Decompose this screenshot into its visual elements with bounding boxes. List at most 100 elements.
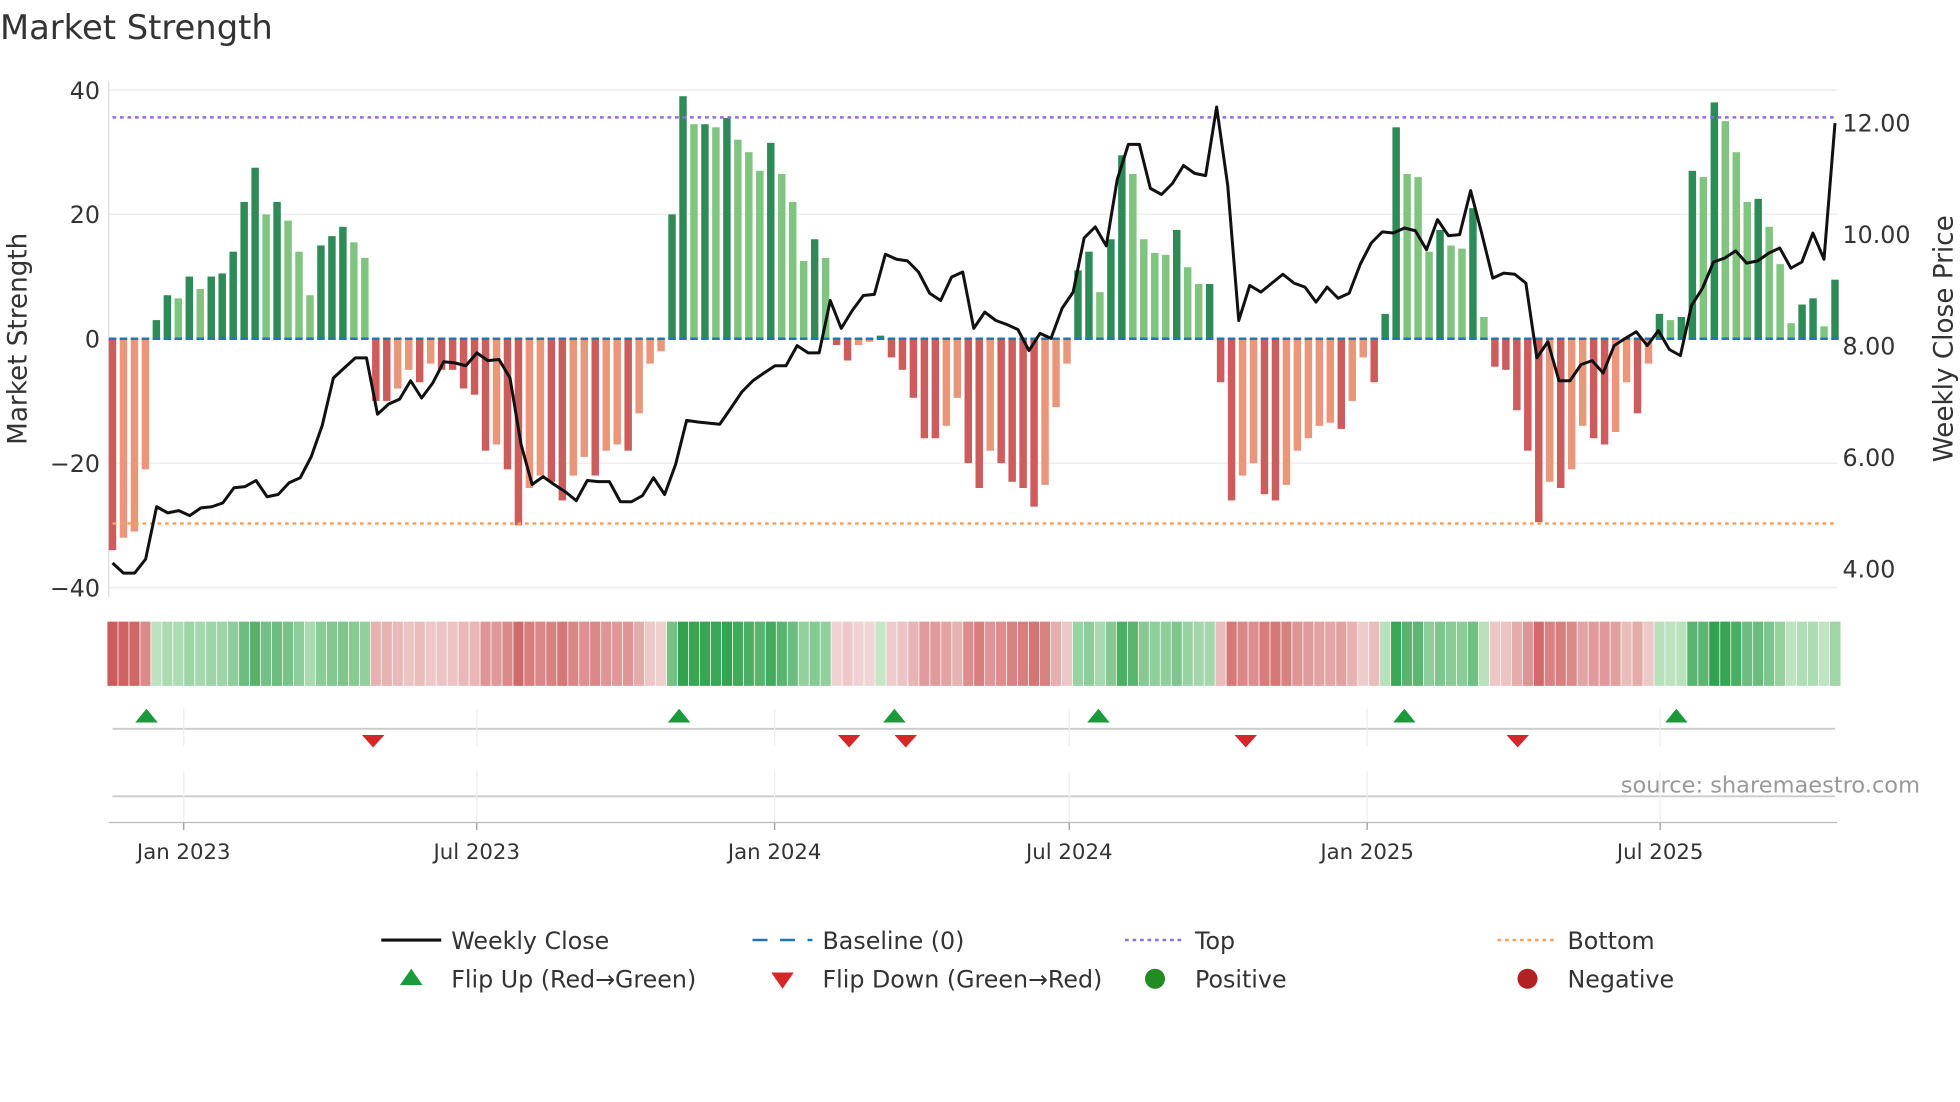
legend-item[interactable]: Flip Up (Red→Green) — [400, 966, 696, 994]
strength-bar — [997, 338, 1005, 464]
y2-tick-label: 8.00 — [1843, 332, 1896, 360]
strength-bar — [1348, 338, 1356, 401]
heatmap-cell — [424, 620, 437, 687]
heatmap-cell — [1774, 620, 1787, 687]
y2-tick-label: 12.00 — [1843, 109, 1911, 137]
heatmap-cell — [1510, 620, 1524, 687]
strength-bar — [778, 173, 786, 339]
legend-item[interactable]: Bottom — [1497, 927, 1655, 955]
strength-bar — [986, 338, 994, 451]
strength-bar — [1831, 279, 1839, 339]
strength-bar — [426, 338, 435, 364]
circle-icon — [1145, 968, 1165, 989]
heatmap-cell — [984, 620, 997, 687]
legend-item[interactable]: Flip Down (Green→Red) — [771, 966, 1102, 994]
heatmap-cell — [962, 620, 975, 687]
y-tick-label: 20 — [70, 201, 100, 229]
heatmap-cell — [413, 620, 426, 687]
flip-down-marker — [1506, 735, 1529, 748]
heatmap-cell — [1094, 620, 1107, 687]
heatmap-cell — [117, 620, 130, 687]
heatmap-cell — [710, 620, 723, 687]
strength-bar — [1370, 338, 1378, 383]
heatmap-cell — [512, 620, 525, 687]
y2-tick-label: 4.00 — [1843, 555, 1896, 583]
strength-bar — [756, 170, 764, 339]
flip-down-marker — [894, 735, 918, 748]
legend-item[interactable]: Positive — [1145, 966, 1287, 994]
heatmap-cell — [1247, 620, 1260, 687]
strength-bar — [1129, 173, 1137, 339]
heatmap-cell — [1379, 620, 1392, 687]
strength-bar — [1809, 298, 1817, 339]
flip-down-marker — [837, 735, 861, 748]
strength-bar — [229, 251, 237, 339]
heatmap-cell — [1719, 620, 1732, 687]
strength-bar — [196, 289, 205, 339]
heatmap-cell — [1785, 620, 1798, 687]
strength-bar — [547, 338, 556, 482]
strength-bar — [1271, 338, 1280, 501]
heatmap-cell — [194, 620, 207, 687]
heatmap-cell — [1390, 620, 1403, 687]
heatmap-cell — [600, 620, 613, 687]
source-label: source: sharemaestro.com — [1621, 773, 1920, 799]
heatmap-cell — [1137, 620, 1151, 687]
heatmap-cell — [1302, 620, 1315, 687]
strength-bar — [394, 338, 402, 389]
heatmap-cell — [1335, 620, 1348, 687]
legend-item[interactable]: Top — [1125, 927, 1235, 955]
heatmap-cell — [1434, 620, 1447, 687]
flip-up-marker — [883, 708, 906, 723]
strength-bar — [1205, 284, 1214, 339]
heatmap-cell — [742, 620, 756, 687]
strength-bar — [383, 338, 391, 401]
x-tick-label: Jan 2024 — [726, 840, 822, 865]
heatmap-cell — [402, 620, 415, 687]
strength-bar — [887, 338, 896, 358]
strength-bar — [152, 320, 161, 339]
heatmap-cell — [1708, 620, 1721, 687]
heatmap-cell — [841, 620, 854, 687]
strength-bar — [1381, 313, 1389, 339]
y2-tick-label: 6.00 — [1843, 444, 1896, 472]
strength-bar — [1513, 338, 1521, 411]
heatmap-cell — [238, 620, 251, 687]
heatmap-cell — [973, 620, 986, 687]
flip-down-marker — [361, 735, 385, 748]
heatmap-cell — [721, 620, 734, 687]
strength-bar — [108, 338, 117, 551]
heatmap-cell — [1763, 620, 1776, 687]
heatmap-cell — [1565, 620, 1578, 687]
heatmap-cell — [479, 620, 492, 687]
strength-bar — [119, 338, 128, 538]
legend-label: Flip Up (Red→Green) — [451, 966, 696, 994]
y2-axis-label: Weekly Close Price — [1930, 215, 1960, 462]
legend-item[interactable]: Weekly Close — [381, 927, 609, 955]
strength-bar — [503, 338, 512, 470]
heatmap-cell — [172, 620, 185, 687]
x-tick-label: Jan 2025 — [1318, 840, 1414, 865]
heatmap-cell — [830, 620, 843, 687]
heatmap-cell — [1225, 620, 1238, 687]
heatmap-cell — [940, 620, 953, 687]
strength-bar — [635, 338, 643, 414]
strength-bar — [1524, 338, 1532, 451]
strength-bar — [1776, 264, 1784, 339]
heatmap-cell — [304, 620, 317, 687]
strength-bar — [1041, 338, 1049, 485]
heatmap-cell — [227, 620, 240, 687]
legend-item[interactable]: Negative — [1517, 966, 1675, 994]
flip-up-marker — [1087, 708, 1110, 723]
heatmap-cell — [348, 620, 361, 687]
strength-bar — [306, 295, 314, 339]
heatmap-cell — [150, 620, 163, 687]
strength-bar — [295, 251, 303, 339]
strength-bar — [492, 338, 501, 445]
legend-item[interactable]: Baseline (0) — [752, 927, 965, 955]
heatmap-cell — [326, 620, 339, 687]
heatmap-cell — [1521, 620, 1535, 687]
strength-bar — [240, 201, 248, 339]
heatmap-cell — [1532, 620, 1546, 687]
strength-bar — [1140, 239, 1148, 339]
